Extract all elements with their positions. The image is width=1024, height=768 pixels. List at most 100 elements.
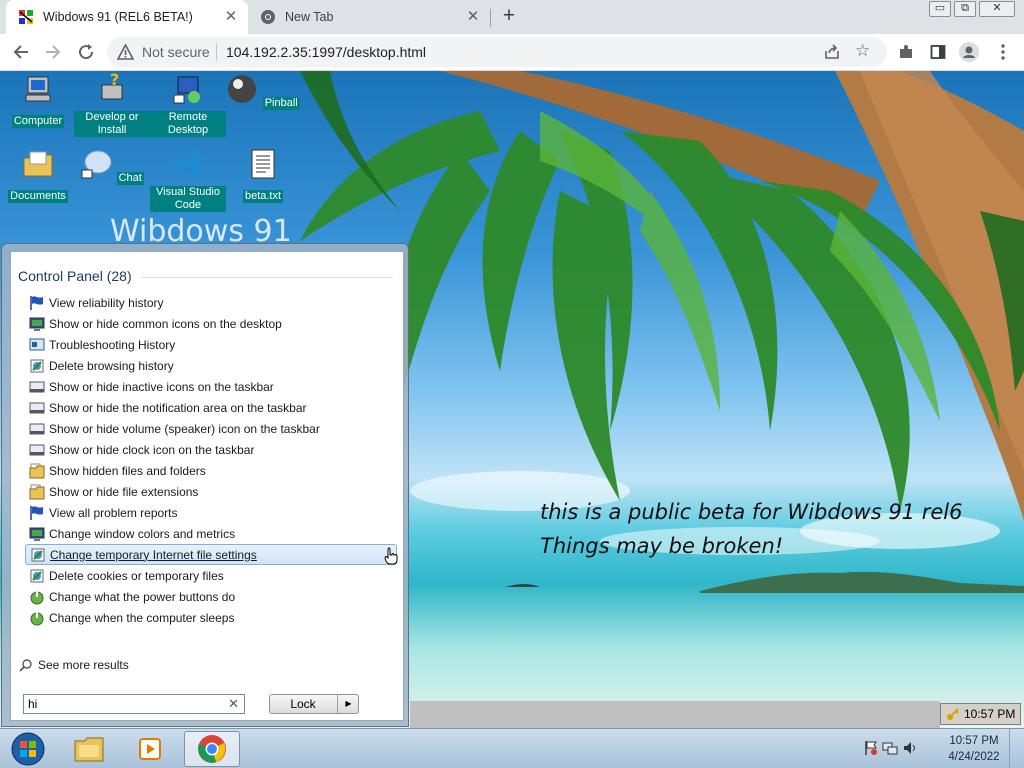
result-item[interactable]: Show or hide file extensions — [25, 481, 397, 502]
result-item[interactable]: Show or hide clock icon on the taskbar — [25, 439, 397, 460]
results-list: View reliability history Show or hide com… — [25, 292, 398, 628]
result-item[interactable]: Show or hide inactive icons on the taskb… — [25, 376, 397, 397]
icon-label: beta.txt — [242, 190, 284, 203]
see-more-label: See more results — [38, 658, 129, 672]
desktop-icon-beta-txt[interactable]: beta.txt — [225, 148, 301, 204]
omnibox-divider — [216, 43, 217, 61]
text-file-icon — [251, 149, 275, 179]
minimize-button[interactable]: ▭ — [929, 1, 951, 17]
taskbar-clock[interactable]: 10:57 PM 4/24/2022 — [944, 733, 1004, 765]
result-item[interactable]: Show or hide common icons on the desktop — [25, 313, 397, 334]
clock-date: 4/24/2022 — [948, 751, 1000, 763]
desktop-icon-vscode[interactable]: Visual Studio Code — [150, 148, 226, 213]
result-item-label: Show or hide common icons on the desktop — [49, 316, 282, 331]
result-item-label: Change what the power buttons do — [49, 589, 236, 604]
network-icon[interactable] — [882, 740, 898, 756]
desktop-icon-develop-install[interactable]: ? Develop or Install — [74, 71, 150, 138]
action-center-flag-icon[interactable] — [864, 740, 878, 756]
result-item[interactable]: View reliability history — [25, 292, 397, 313]
beta-notice-line2: Things may be broken! — [540, 534, 784, 558]
taskbar-icon — [29, 400, 45, 416]
result-item[interactable]: Change when the computer sleeps — [25, 607, 397, 628]
address-bar[interactable]: Not secure 104.192.2.35:1997/desktop.htm… — [107, 37, 887, 67]
key-icon — [947, 708, 959, 720]
desktop-icon-documents[interactable]: Documents — [0, 148, 76, 204]
internet-options-icon — [29, 568, 45, 584]
volume-icon[interactable] — [902, 740, 918, 756]
result-item-label: Troubleshooting History — [49, 337, 176, 352]
show-desktop-button[interactable] — [1009, 729, 1024, 768]
side-panel-icon[interactable] — [927, 41, 949, 63]
result-item-label: Change when the computer sleeps — [49, 610, 235, 625]
warning-icon[interactable] — [117, 44, 134, 60]
new-tab-button[interactable]: + — [497, 5, 521, 29]
results-category-heading[interactable]: Control Panel (28) — [18, 268, 132, 284]
tab-separator — [490, 9, 491, 27]
icon-label: Chat — [116, 172, 144, 185]
forward-button[interactable] — [42, 41, 64, 63]
profile-avatar-icon[interactable] — [958, 41, 980, 63]
start-search-field[interactable]: ✕ — [23, 694, 245, 714]
desktop-icon-remote-desktop[interactable]: Remote Desktop — [150, 73, 226, 138]
result-item[interactable]: Delete browsing history — [25, 355, 397, 376]
extensions-icon[interactable] — [895, 41, 917, 63]
url-text[interactable]: 104.192.2.35:1997/desktop.html — [226, 44, 426, 60]
desktop-icon-computer[interactable]: Computer — [0, 73, 76, 129]
desktop-icon-chat[interactable]: Chat — [74, 148, 150, 186]
result-item[interactable]: Show or hide the notification area on th… — [25, 397, 397, 418]
reload-button[interactable] — [75, 41, 97, 63]
result-item[interactable]: Show hidden files and folders — [25, 460, 397, 481]
result-item-label: Delete cookies or temporary files — [49, 568, 224, 583]
taskbar-media-player[interactable] — [122, 731, 178, 767]
result-item[interactable]: Troubleshooting History — [25, 334, 397, 355]
result-item[interactable]: Delete cookies or temporary files — [25, 565, 397, 586]
result-item[interactable]: Change window colors and metrics — [25, 523, 397, 544]
result-item[interactable]: Show or hide volume (speaker) icon on th… — [25, 418, 397, 439]
chat-icon — [81, 150, 112, 179]
lock-button-label: Lock — [290, 697, 316, 711]
result-item[interactable]: Change temporary Internet file settings — [25, 544, 398, 565]
start-orb-icon — [11, 732, 45, 766]
restore-button[interactable]: ⧉ — [954, 1, 976, 17]
remote-desktop-icon — [173, 76, 200, 104]
screen: Wibdows 91 (REL6 BETA!) ✕ New Tab ✕ + ▭ … — [0, 0, 1024, 768]
lock-button[interactable]: Lock ▶ — [269, 694, 359, 714]
desktop-icon-pinball[interactable]: Pinball — [225, 73, 301, 111]
see-more-results-link[interactable]: See more results — [19, 658, 129, 672]
result-item-label: Delete browsing history — [49, 358, 174, 373]
internet-options-icon — [29, 358, 45, 374]
icon-label: Remote Desktop — [150, 111, 226, 137]
beta-notice-line1: this is a public beta for Wibdows 91 rel… — [540, 500, 963, 524]
start-search-input[interactable] — [28, 696, 224, 712]
tab-wibdows[interactable]: Wibdows 91 (REL6 BETA!) ✕ — [6, 0, 248, 34]
icon-label: Computer — [11, 115, 65, 128]
classic-tray-time: 10:57 PM — [964, 707, 1016, 721]
close-window-button[interactable]: ✕ — [979, 1, 1015, 17]
power-options-arrow-icon[interactable]: ▶ — [337, 695, 359, 713]
result-item-label: View reliability history — [49, 295, 164, 310]
folder-options-icon — [29, 484, 45, 500]
close-tab-icon[interactable]: ✕ — [222, 8, 240, 26]
search-icon — [19, 659, 32, 672]
result-item-label: Show or hide volume (speaker) icon on th… — [49, 421, 320, 436]
tab-new-tab[interactable]: New Tab ✕ — [248, 0, 490, 34]
classic-tray-clock[interactable]: 10:57 PM — [940, 703, 1021, 725]
result-item[interactable]: View all problem reports — [25, 502, 397, 523]
chrome-favicon-icon — [261, 10, 275, 24]
result-item-label: Change temporary Internet file settings — [50, 547, 257, 562]
security-label[interactable]: Not secure — [142, 44, 210, 60]
taskbar-explorer[interactable] — [61, 731, 117, 767]
taskbar-chrome[interactable] — [184, 731, 240, 767]
share-icon[interactable] — [823, 43, 841, 61]
tab-title: New Tab — [285, 10, 334, 24]
tab-title: Wibdows 91 (REL6 BETA!) — [43, 10, 193, 24]
start-button[interactable] — [0, 731, 56, 767]
svg-text:?: ? — [110, 73, 119, 89]
taskbar-icon — [29, 379, 45, 395]
bookmark-star-icon[interactable]: ☆ — [855, 41, 870, 61]
close-tab-icon[interactable]: ✕ — [464, 8, 482, 26]
menu-kebab-icon[interactable] — [992, 41, 1014, 63]
clear-search-icon[interactable]: ✕ — [228, 696, 239, 712]
result-item[interactable]: Change what the power buttons do — [25, 586, 397, 607]
back-button[interactable] — [10, 41, 32, 63]
